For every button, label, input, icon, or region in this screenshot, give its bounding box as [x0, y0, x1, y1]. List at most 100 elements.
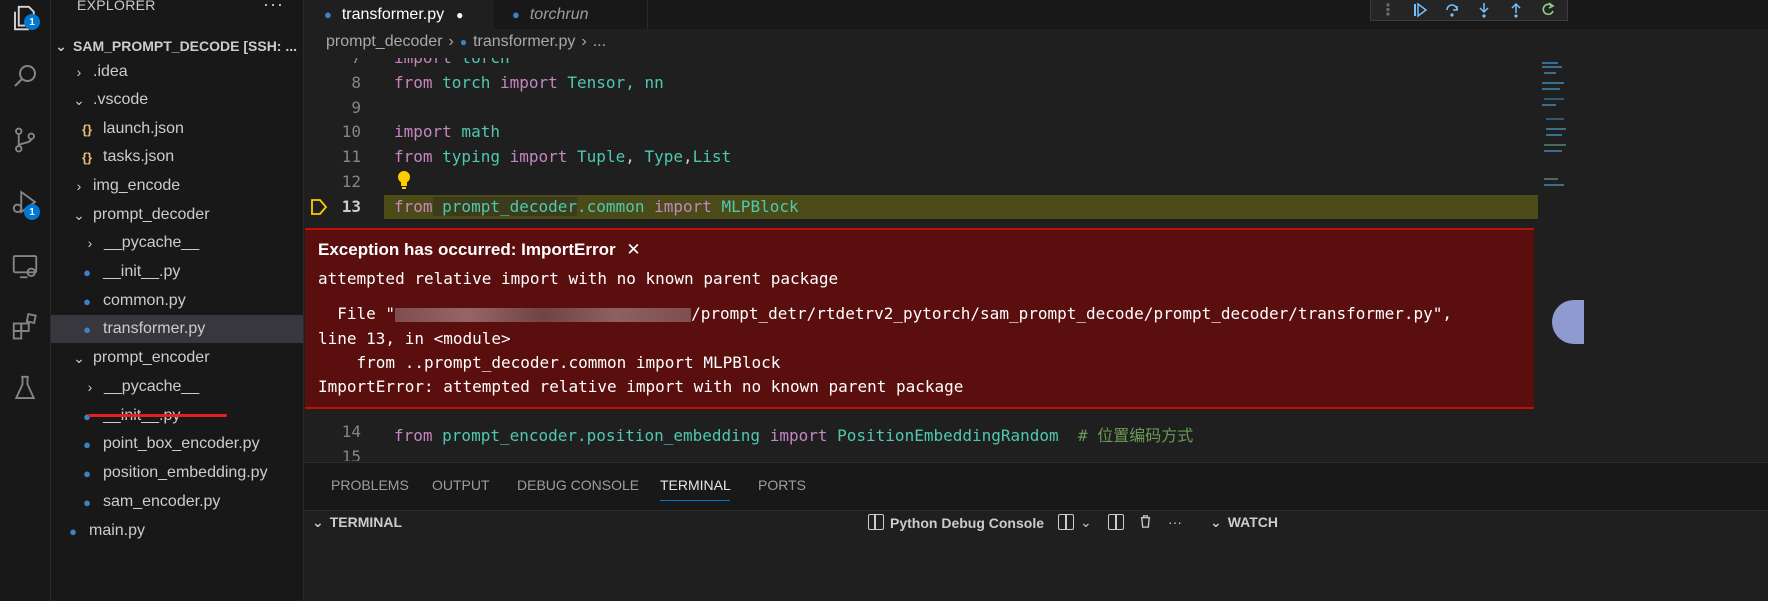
terminal-section-header: ⌄ TERMINAL Python Debug Console ⌄ ··· ⌄ WA…: [304, 510, 1768, 535]
step-into-icon[interactable]: [1475, 1, 1493, 19]
watch-section-title: WATCH: [1227, 514, 1279, 530]
testing-icon[interactable]: [0, 364, 50, 412]
python-file-icon: ●: [83, 465, 91, 481]
panel-tab-bar: PROBLEMS OUTPUT DEBUG CONSOLE TERMINAL P…: [304, 462, 1768, 511]
tree-file-position-embedding-py[interactable]: ● position_embedding.py: [51, 459, 303, 487]
debug-badge: 1: [24, 204, 40, 220]
close-icon[interactable]: ✕: [626, 240, 640, 259]
tree-label: __pycache__: [104, 234, 200, 251]
chevron-down-icon: ⌄: [312, 514, 324, 530]
breadcrumb-folder[interactable]: prompt_decoder: [326, 33, 443, 51]
exception-source-line: from ..prompt_decoder.common import MLPB…: [318, 353, 781, 372]
tree-label: prompt_decoder: [93, 206, 210, 223]
tab-torchrun[interactable]: ● torchrun: [494, 0, 648, 29]
explorer-icon[interactable]: 1: [0, 0, 50, 42]
tree-label: .idea: [93, 63, 128, 80]
breadcrumb-file[interactable]: transformer.py: [473, 33, 575, 51]
tab-output[interactable]: OUTPUT: [432, 477, 490, 493]
chevron-right-icon: ›: [581, 33, 587, 50]
explorer-more-button[interactable]: ···: [263, 0, 284, 15]
tree-file-init-py[interactable]: ● __init__.py: [51, 258, 303, 286]
tab-debug-console[interactable]: DEBUG CONSOLE: [517, 477, 639, 493]
tree-file-sam-encoder-py[interactable]: ● sam_encoder.py: [51, 488, 303, 516]
trash-icon[interactable]: [1138, 514, 1153, 530]
split-terminal-icon: [1058, 514, 1074, 530]
code-line-13[interactable]: from prompt_decoder.common import MLPBlo…: [394, 197, 799, 216]
tree-file-transformer-py[interactable]: ● transformer.py: [51, 315, 303, 343]
step-over-icon[interactable]: [1443, 1, 1461, 19]
breadcrumb: prompt_decoder › ● transformer.py › ...: [326, 33, 606, 51]
tree-file-launch-json[interactable]: {} launch.json: [51, 115, 303, 143]
tree-file-point-box-encoder-py[interactable]: ● point_box_encoder.py: [51, 430, 303, 458]
explorer-title: EXPLORER: [77, 0, 156, 13]
tree-file-common-py[interactable]: ● common.py: [51, 287, 303, 315]
tree-label: point_box_encoder.py: [103, 435, 260, 452]
code-line-11[interactable]: from typing import Tuple, Type,List: [394, 147, 731, 166]
source-control-icon[interactable]: [0, 116, 50, 164]
tab-label: transformer.py: [341, 5, 445, 23]
tree-label: .vscode: [93, 91, 149, 108]
code-line-10[interactable]: import math: [394, 122, 500, 141]
explorer-badge: 1: [24, 14, 40, 30]
breadcrumb-symbol[interactable]: ...: [593, 33, 606, 51]
split-editor-button[interactable]: [1108, 514, 1124, 531]
unsaved-dot-icon[interactable]: ●: [456, 8, 463, 22]
run-debug-icon[interactable]: 1: [0, 178, 50, 226]
code-editor[interactable]: 7 import torch 8 from torch import Tenso…: [304, 58, 1538, 461]
continue-icon[interactable]: [1411, 1, 1429, 19]
search-icon[interactable]: [0, 52, 50, 100]
red-underline-annotation: [88, 414, 227, 417]
restart-icon[interactable]: [1539, 1, 1557, 19]
tree-label: tasks.json: [103, 148, 175, 165]
lightbulb-icon[interactable]: [396, 170, 412, 190]
tree-folder-prompt-decoder[interactable]: ⌄ prompt_decoder: [51, 201, 303, 229]
exception-error-line: ImportError: attempted relative import w…: [318, 377, 964, 396]
tab-problems[interactable]: PROBLEMS: [331, 477, 409, 493]
tree-file-main-py[interactable]: ● main.py: [51, 517, 303, 545]
tree-label: sam_encoder.py: [103, 493, 221, 510]
chevron-down-icon[interactable]: ⌄: [1080, 514, 1092, 531]
active-tab-indicator: [660, 500, 730, 501]
redacted-path: [395, 307, 692, 322]
python-file-icon: ●: [69, 523, 77, 539]
tree-folder-vscode[interactable]: ⌄ .vscode: [51, 86, 303, 114]
step-out-icon[interactable]: [1507, 1, 1525, 19]
python-file-icon: ●: [512, 7, 520, 22]
exception-file-line: File "/prompt_detr/rtdetrv2_pytorch/sam_…: [318, 304, 1453, 323]
tree-folder-pycache[interactable]: › __pycache__: [51, 373, 303, 401]
code-line-14[interactable]: from prompt_encoder.position_embedding i…: [394, 422, 1193, 446]
exception-message: attempted relative import with no known …: [318, 269, 839, 288]
code-line-8[interactable]: from torch import Tensor, nn: [394, 73, 664, 92]
tree-folder-prompt-encoder[interactable]: ⌄ prompt_encoder: [51, 344, 303, 372]
python-file-icon: ●: [324, 7, 332, 22]
more-actions-button[interactable]: ···: [1168, 514, 1182, 530]
tab-ports[interactable]: PORTS: [758, 477, 806, 493]
tab-transformer-py[interactable]: ● transformer.py ●: [304, 0, 494, 29]
drag-handle-icon[interactable]: ⋮: [1379, 1, 1397, 19]
extensions-icon[interactable]: [0, 302, 50, 350]
python-file-icon: ●: [83, 494, 91, 510]
tree-label: img_encode: [93, 177, 181, 194]
line-number: 9: [351, 98, 361, 117]
tree-folder-pycache[interactable]: › __pycache__: [51, 229, 303, 257]
split-terminal-button[interactable]: [1058, 514, 1074, 531]
tree-folder-idea[interactable]: › .idea: [51, 58, 303, 86]
remote-explorer-icon[interactable]: [0, 242, 50, 290]
tree-label: __pycache__: [104, 378, 200, 395]
tab-terminal[interactable]: TERMINAL: [660, 477, 731, 493]
terminal-instance[interactable]: Python Debug Console: [868, 514, 1044, 531]
tree-folder-img-encode[interactable]: › img_encode: [51, 172, 303, 200]
chevron-down-icon: ⌄: [1210, 514, 1222, 530]
terminal-section-toggle[interactable]: ⌄ TERMINAL: [312, 514, 402, 531]
line-number: 11: [341, 147, 361, 166]
workspace-root[interactable]: ⌄ SAM_PROMPT_DECODE [SSH: ...: [55, 38, 297, 55]
terminal-instance-label: Python Debug Console: [890, 515, 1044, 531]
python-file-icon: ●: [459, 35, 468, 49]
minimap[interactable]: [1538, 58, 1568, 461]
exception-widget: Exception has occurred: ImportError ✕ at…: [305, 228, 1534, 409]
code-line-7[interactable]: import torch: [394, 58, 510, 67]
tree-file-tasks-json[interactable]: {} tasks.json: [51, 143, 303, 171]
line-number: 14: [341, 422, 361, 441]
line-number: 13: [341, 197, 361, 216]
watch-section-toggle[interactable]: ⌄ WATCH: [1210, 514, 1278, 531]
